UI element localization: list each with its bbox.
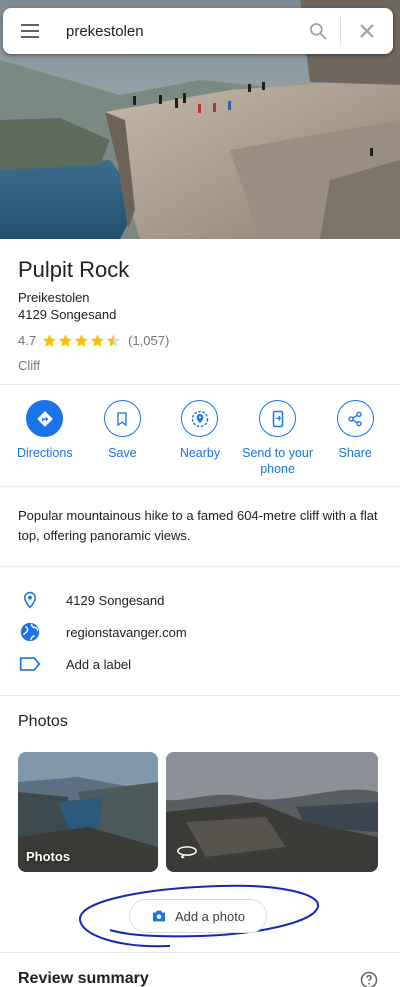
send-to-phone-button[interactable]: Send to your phone: [240, 400, 316, 477]
share-label: Share: [338, 446, 372, 460]
rating-row[interactable]: 4.7 (1,057): [18, 331, 388, 349]
rating-stars: [42, 333, 122, 348]
review-summary-title: Review summary: [18, 970, 149, 987]
photos-strip: Photos: [18, 752, 378, 872]
camera-icon: [152, 910, 165, 922]
address-text: 4129 Songesand: [66, 592, 165, 608]
directions-icon: [26, 400, 64, 437]
photo-thumbnail[interactable]: Photos: [18, 752, 158, 872]
star-icon: [91, 333, 105, 347]
add-photo-button[interactable]: Add a photo: [129, 899, 267, 933]
directions-label: Directions: [17, 446, 73, 460]
share-icon: [336, 400, 374, 437]
send-to-phone-label: Send to your phone: [242, 446, 314, 476]
directions-button[interactable]: Directions: [7, 400, 83, 477]
help-icon[interactable]: [360, 971, 378, 987]
share-button[interactable]: Share: [317, 400, 393, 477]
360-view-icon: [176, 843, 198, 864]
info-list: 4129 Songesand regionstavanger.com Add a…: [0, 584, 400, 680]
half-star-icon: [107, 333, 121, 347]
action-bar: Directions Save Nearby Send to your phon…: [0, 400, 400, 477]
place-description[interactable]: Popular mountainous hike to a famed 604-…: [18, 506, 378, 546]
add-label-text: Add a label: [66, 656, 132, 672]
rating-value: 4.7: [18, 332, 37, 348]
search-icon[interactable]: [296, 8, 340, 54]
globe-icon: [18, 620, 42, 644]
page-title: Pulpit Rock: [18, 257, 130, 282]
address-row[interactable]: 4129 Songesand: [0, 584, 400, 616]
photos-label: Photos: [26, 849, 71, 864]
menu-icon[interactable]: [3, 8, 57, 54]
label-tag-icon: [18, 652, 42, 676]
place-header: Pulpit Rock Preikestolen 4129 Songesand …: [18, 256, 388, 373]
save-button[interactable]: Save: [84, 400, 160, 477]
close-icon[interactable]: [341, 8, 393, 54]
divider: [0, 952, 400, 953]
phone-icon: [259, 400, 297, 437]
divider: [0, 566, 400, 567]
photos-section-title: Photos: [18, 713, 68, 730]
nearby-button[interactable]: Nearby: [162, 400, 238, 477]
photo-360-thumbnail[interactable]: [166, 752, 378, 872]
search-bar: [3, 8, 393, 54]
star-icon: [75, 333, 89, 347]
reviews-count[interactable]: (1,057): [128, 333, 169, 348]
add-photo-label: Add a photo: [174, 908, 246, 924]
divider: [0, 695, 400, 696]
address-line-1: Preikestolen: [18, 290, 90, 305]
divider: [0, 384, 400, 385]
search-input[interactable]: [57, 8, 296, 54]
star-icon: [43, 333, 57, 347]
save-label: Save: [108, 446, 137, 460]
location-pin-icon: [18, 588, 42, 612]
nearby-icon: [181, 400, 219, 437]
website-link[interactable]: regionstavanger.com: [66, 625, 187, 640]
address-line-2: 4129 Songesand: [18, 307, 117, 322]
website-row[interactable]: regionstavanger.com: [0, 616, 400, 648]
place-category[interactable]: Cliff: [18, 358, 388, 373]
label-row[interactable]: Add a label: [0, 648, 400, 680]
divider: [0, 486, 400, 487]
star-icon: [59, 333, 73, 347]
bookmark-icon: [103, 400, 141, 437]
nearby-label: Nearby: [179, 446, 221, 460]
